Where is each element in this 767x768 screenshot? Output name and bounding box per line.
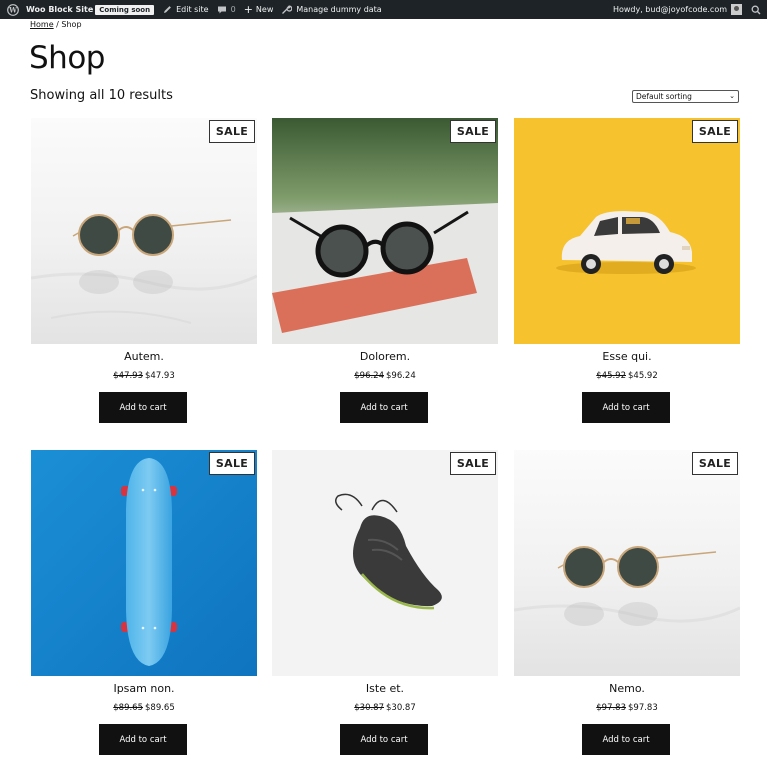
page-title: Shop xyxy=(29,40,105,76)
product-image-toy-car[interactable]: SALE xyxy=(514,118,740,344)
edit-site-link[interactable]: Edit site xyxy=(158,0,212,19)
add-to-cart-button[interactable]: Add to cart xyxy=(582,724,670,755)
search-icon[interactable] xyxy=(746,0,765,19)
site-name-link[interactable]: Woo Block Site Coming soon xyxy=(22,0,158,19)
product-price: $89.65 $89.65 xyxy=(31,703,257,713)
product-name[interactable]: Esse qui. xyxy=(514,350,740,363)
product-image-sunglasses[interactable]: SALE xyxy=(514,450,740,676)
new-content-link[interactable]: + New xyxy=(240,0,278,19)
product-name[interactable]: Nemo. xyxy=(514,682,740,695)
product-sale-price: $89.65 xyxy=(145,703,175,713)
comment-icon xyxy=(217,6,226,13)
coming-soon-badge: Coming soon xyxy=(95,4,155,15)
product-sale-price: $45.92 xyxy=(628,371,658,381)
sale-badge: SALE xyxy=(692,120,738,143)
product-price: $96.24 $96.24 xyxy=(272,371,498,381)
site-name: Woo Block Site xyxy=(26,5,94,14)
add-to-cart-button[interactable]: Add to cart xyxy=(582,392,670,423)
product-old-price: $45.92 xyxy=(596,371,626,381)
product-price: $47.93 $47.93 xyxy=(31,371,257,381)
result-count: Showing all 10 results xyxy=(30,88,173,103)
product-old-price: $97.83 xyxy=(596,703,626,713)
wrench-icon xyxy=(282,5,293,14)
admin-bar: W Woo Block Site Coming soon Edit site 0… xyxy=(0,0,767,19)
account-menu[interactable]: Howdy, bud@joyofcode.com xyxy=(609,0,746,19)
sale-badge: SALE xyxy=(692,452,738,475)
product-sale-price: $30.87 xyxy=(386,703,416,713)
product-image-skateboard[interactable]: SALE xyxy=(31,450,257,676)
product-old-price: $96.24 xyxy=(354,371,384,381)
greeting-text: Howdy, bud@joyofcode.com xyxy=(612,5,727,14)
comments-link[interactable]: 0 xyxy=(213,0,240,19)
sale-badge: SALE xyxy=(209,120,255,143)
product-image-sunglasses[interactable]: SALE xyxy=(272,118,498,344)
breadcrumb-current: Shop xyxy=(61,20,82,29)
product-sale-price: $97.83 xyxy=(628,703,658,713)
sorting-select[interactable]: Default sorting ⌄ xyxy=(632,90,739,103)
sale-badge: SALE xyxy=(450,120,496,143)
product-image-sneaker[interactable]: SALE xyxy=(272,450,498,676)
product-price: $97.83 $97.83 xyxy=(514,703,740,713)
add-to-cart-button[interactable]: Add to cart xyxy=(340,724,428,755)
sale-badge: SALE xyxy=(450,452,496,475)
product-name[interactable]: Ipsam non. xyxy=(31,682,257,695)
manage-dummy-data-label: Manage dummy data xyxy=(296,5,382,14)
sorting-selected-value: Default sorting xyxy=(636,92,692,101)
avatar xyxy=(731,4,742,15)
add-to-cart-button[interactable]: Add to cart xyxy=(99,392,187,423)
product-old-price: $30.87 xyxy=(354,703,384,713)
new-label: New xyxy=(255,5,274,14)
product-sale-price: $96.24 xyxy=(386,371,416,381)
breadcrumb-home-link[interactable]: Home xyxy=(30,20,54,29)
add-to-cart-button[interactable]: Add to cart xyxy=(340,392,428,423)
add-to-cart-button[interactable]: Add to cart xyxy=(99,724,187,755)
plus-icon: + xyxy=(243,3,253,16)
chevron-down-icon: ⌄ xyxy=(729,92,735,100)
product-old-price: $47.93 xyxy=(113,371,143,381)
comments-count: 0 xyxy=(230,5,236,14)
edit-site-label: Edit site xyxy=(176,5,209,14)
pencil-icon xyxy=(164,6,172,13)
breadcrumb: Home / Shop xyxy=(30,20,82,29)
product-price: $30.87 $30.87 xyxy=(272,703,498,713)
product-name[interactable]: Iste et. xyxy=(272,682,498,695)
svg-text:W: W xyxy=(8,5,17,14)
wordpress-logo-icon[interactable]: W xyxy=(3,0,22,19)
product-image-sunglasses[interactable]: SALE xyxy=(31,118,257,344)
product-name[interactable]: Dolorem. xyxy=(272,350,498,363)
product-old-price: $89.65 xyxy=(113,703,143,713)
product-name[interactable]: Autem. xyxy=(31,350,257,363)
product-sale-price: $47.93 xyxy=(145,371,175,381)
product-price: $45.92 $45.92 xyxy=(514,371,740,381)
sale-badge: SALE xyxy=(209,452,255,475)
manage-dummy-data-link[interactable]: Manage dummy data xyxy=(277,0,385,19)
